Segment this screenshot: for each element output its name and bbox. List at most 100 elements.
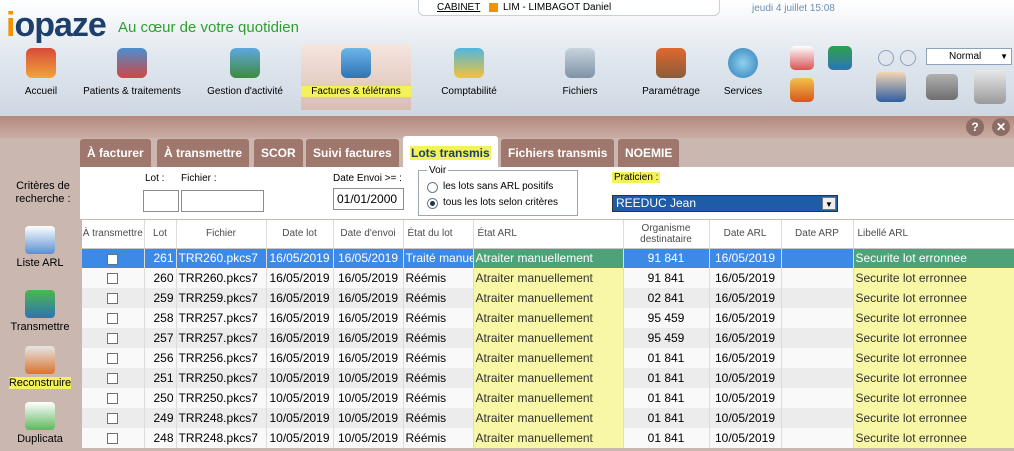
col-date-envoi[interactable]: Date d'envoi bbox=[333, 220, 404, 249]
table-cell: 250 bbox=[144, 388, 177, 408]
transmit-checkbox[interactable] bbox=[107, 293, 119, 305]
cabinet-link[interactable]: CABINET bbox=[437, 0, 480, 15]
table-cell: 261 bbox=[144, 248, 177, 268]
current-datetime: jeudi 4 juillet 15:08 bbox=[752, 3, 835, 14]
col-lot[interactable]: Lot bbox=[144, 220, 177, 249]
col-etat-lot[interactable]: État du lot bbox=[403, 220, 474, 249]
transmit-checkbox[interactable] bbox=[107, 373, 119, 385]
tab-lots-transmis[interactable]: Lots transmis bbox=[403, 136, 498, 167]
radio-sans-arl[interactable] bbox=[427, 182, 438, 193]
table-cell: 16/05/2019 bbox=[266, 248, 334, 268]
pencil-icon[interactable] bbox=[790, 78, 814, 102]
table-row[interactable]: 261 TRR260.pkcs7 16/05/2019 16/05/2019 Trait… bbox=[82, 248, 1014, 268]
table-cell: 16/05/2019 bbox=[266, 328, 334, 348]
col-fichier[interactable]: Fichier bbox=[176, 220, 267, 249]
help-icon[interactable]: ? bbox=[966, 118, 984, 136]
col-date-lot[interactable]: Date lot bbox=[266, 220, 334, 249]
nav-parametrage[interactable]: Paramétrage bbox=[638, 44, 704, 110]
nav-fichiers[interactable]: Fichiers bbox=[552, 44, 608, 110]
a-transmettre-cell[interactable] bbox=[82, 308, 145, 328]
table-cell: 16/05/2019 bbox=[266, 348, 334, 368]
nav-services[interactable]: Services bbox=[718, 44, 768, 110]
col-date-arl[interactable]: Date ARL bbox=[709, 220, 782, 249]
nav-gestion[interactable]: Gestion d'activité bbox=[198, 44, 292, 110]
table-cell: 10/05/2019 bbox=[709, 368, 782, 388]
table-row[interactable]: 260 TRR260.pkcs7 16/05/2019 16/05/2019 Réémi… bbox=[82, 268, 1014, 288]
close-icon[interactable]: ✕ bbox=[992, 118, 1010, 136]
praticien-select[interactable]: REEDUC Jean ▼ bbox=[612, 195, 838, 212]
tab-scor[interactable]: SCOR bbox=[254, 139, 303, 167]
table-cell: 10/05/2019 bbox=[709, 388, 782, 408]
table-cell: Atraiter manuellement bbox=[473, 268, 624, 288]
table-cell: 10/05/2019 bbox=[333, 408, 404, 428]
tab-suivi-factures[interactable]: Suivi factures bbox=[306, 139, 399, 167]
fichier-label: Fichier : bbox=[181, 173, 217, 184]
table-cell: 16/05/2019 bbox=[709, 348, 782, 368]
zoom-in-icon[interactable] bbox=[900, 50, 916, 66]
home-icon bbox=[26, 48, 56, 78]
tab-noemie[interactable]: NOEMIE bbox=[618, 139, 680, 167]
transmit-checkbox[interactable] bbox=[107, 433, 119, 445]
a-transmettre-cell[interactable] bbox=[82, 248, 145, 268]
stats-icon[interactable] bbox=[790, 46, 814, 70]
sidebar-transmettre[interactable]: Transmettre bbox=[2, 290, 78, 333]
tab-a-facturer[interactable]: À facturer bbox=[80, 139, 151, 167]
table-row[interactable]: 250 TRR250.pkcs7 10/05/2019 10/05/2019 Réémi… bbox=[82, 388, 1014, 408]
tab-a-transmettre[interactable]: À transmettre bbox=[157, 139, 250, 167]
tab-fichiers-transmis[interactable]: Fichiers transmis bbox=[501, 139, 615, 167]
table-cell: TRR250.pkcs7 bbox=[176, 368, 267, 388]
table-cell: Atraiter manuellement bbox=[473, 388, 624, 408]
table-row[interactable]: 259 TRR259.pkcs7 16/05/2019 16/05/2019 Réémi… bbox=[82, 288, 1014, 308]
vitale-card-icon[interactable] bbox=[926, 74, 958, 100]
a-transmettre-cell[interactable] bbox=[82, 348, 145, 368]
col-organisme[interactable]: Organisme destinataire bbox=[623, 220, 710, 249]
table-cell: 16/05/2019 bbox=[333, 288, 404, 308]
a-transmettre-cell[interactable] bbox=[82, 268, 145, 288]
date-envoi-input[interactable]: 01/01/2000 bbox=[333, 188, 404, 210]
transmit-checkbox[interactable] bbox=[107, 333, 119, 345]
radio-tous-lots[interactable] bbox=[427, 198, 438, 209]
table-cell: Atraiter manuellement bbox=[473, 428, 624, 448]
zoom-out-icon[interactable] bbox=[878, 50, 894, 66]
nav-accueil[interactable]: Accueil bbox=[16, 44, 66, 110]
sidebar-reconstruire[interactable]: Reconstruire bbox=[2, 346, 78, 389]
a-transmettre-cell[interactable] bbox=[82, 428, 145, 448]
table-cell: Securite lot erronnee bbox=[853, 388, 1014, 408]
col-a-transmettre[interactable]: À transmettre bbox=[82, 220, 145, 249]
exit-icon[interactable] bbox=[974, 70, 1006, 104]
table-row[interactable]: 251 TRR250.pkcs7 10/05/2019 10/05/2019 Réémi… bbox=[82, 368, 1014, 388]
a-transmettre-cell[interactable] bbox=[82, 368, 145, 388]
a-transmettre-cell[interactable] bbox=[82, 408, 145, 428]
doctor-icon[interactable] bbox=[876, 72, 906, 102]
table-row[interactable]: 248 TRR248.pkcs7 10/05/2019 10/05/2019 Réémi… bbox=[82, 428, 1014, 448]
transmit-checkbox[interactable] bbox=[107, 353, 119, 365]
sidebar-liste-arl[interactable]: Liste ARL bbox=[2, 226, 78, 269]
table-cell: TRR248.pkcs7 bbox=[176, 428, 267, 448]
lot-input[interactable] bbox=[143, 190, 179, 212]
rebuild-icon bbox=[25, 346, 55, 374]
table-row[interactable]: 258 TRR257.pkcs7 16/05/2019 16/05/2019 Réémi… bbox=[82, 308, 1014, 328]
col-etat-arl[interactable]: État ARL bbox=[473, 220, 624, 249]
table-cell: Réémis bbox=[403, 368, 474, 388]
fichier-input[interactable] bbox=[181, 190, 264, 212]
col-date-arp[interactable]: Date ARP bbox=[781, 220, 854, 249]
a-transmettre-cell[interactable] bbox=[82, 388, 145, 408]
nav-patients[interactable]: Patients & traitements bbox=[76, 44, 188, 110]
a-transmettre-cell[interactable] bbox=[82, 328, 145, 348]
transmit-checkbox[interactable] bbox=[107, 253, 119, 265]
nav-comptabilite[interactable]: Comptabilité bbox=[432, 44, 506, 110]
transmit-checkbox[interactable] bbox=[107, 413, 119, 425]
card-reader-icon[interactable] bbox=[828, 46, 852, 70]
table-row[interactable]: 249 TRR248.pkcs7 10/05/2019 10/05/2019 Réémi… bbox=[82, 408, 1014, 428]
section-band bbox=[0, 116, 1014, 138]
sidebar-duplicata[interactable]: Duplicata bbox=[2, 402, 78, 445]
transmit-checkbox[interactable] bbox=[107, 393, 119, 405]
table-row[interactable]: 256 TRR256.pkcs7 16/05/2019 16/05/2019 Réémi… bbox=[82, 348, 1014, 368]
table-row[interactable]: 257 TRR257.pkcs7 16/05/2019 16/05/2019 Réémi… bbox=[82, 328, 1014, 348]
nav-factures[interactable]: Factures & télétrans bbox=[301, 44, 411, 110]
zoom-select[interactable]: Normal ▼ bbox=[926, 48, 1012, 65]
a-transmettre-cell[interactable] bbox=[82, 288, 145, 308]
transmit-checkbox[interactable] bbox=[107, 273, 119, 285]
col-libelle-arl[interactable]: Libellé ARL bbox=[853, 220, 1014, 249]
transmit-checkbox[interactable] bbox=[107, 313, 119, 325]
